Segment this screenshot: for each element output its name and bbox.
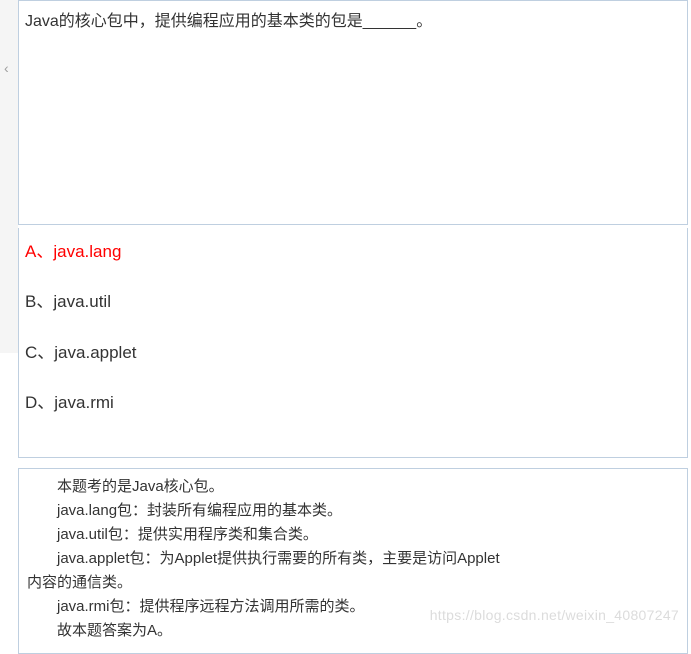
- option-text: java.lang: [53, 242, 121, 261]
- watermark: https://blog.csdn.net/weixin_40807247: [430, 607, 679, 623]
- option-label: C、: [25, 343, 54, 362]
- explanation-line: java.lang包：封装所有编程应用的基本类。: [27, 499, 679, 523]
- option-a[interactable]: A、java.lang: [25, 242, 681, 262]
- option-c[interactable]: C、java.applet: [25, 343, 681, 363]
- explanation-line: java.util包：提供实用程序类和集合类。: [27, 523, 679, 547]
- question-text: Java的核心包中，提供编程应用的基本类的包是______。: [25, 11, 681, 33]
- option-label: A、: [25, 242, 53, 261]
- explanation-line: 本题考的是Java核心包。: [27, 475, 679, 499]
- question-panel: Java的核心包中，提供编程应用的基本类的包是______。: [18, 0, 688, 225]
- option-b[interactable]: B、java.util: [25, 292, 681, 312]
- collapse-arrow-icon[interactable]: ‹: [4, 60, 9, 76]
- option-text: java.util: [53, 292, 111, 311]
- options-panel: A、java.lang B、java.util C、java.applet D、…: [18, 228, 688, 458]
- explanation-line: java.applet包：为Applet提供执行需要的所有类，主要是访问Appl…: [27, 547, 679, 571]
- option-label: D、: [25, 393, 54, 412]
- explanation-panel: 本题考的是Java核心包。 java.lang包：封装所有编程应用的基本类。 j…: [18, 468, 688, 654]
- explanation-line: 内容的通信类。: [27, 571, 679, 595]
- left-rail: ‹: [0, 0, 18, 353]
- option-text: java.applet: [54, 343, 136, 362]
- option-text: java.rmi: [54, 393, 114, 412]
- option-d[interactable]: D、java.rmi: [25, 393, 681, 413]
- option-label: B、: [25, 292, 53, 311]
